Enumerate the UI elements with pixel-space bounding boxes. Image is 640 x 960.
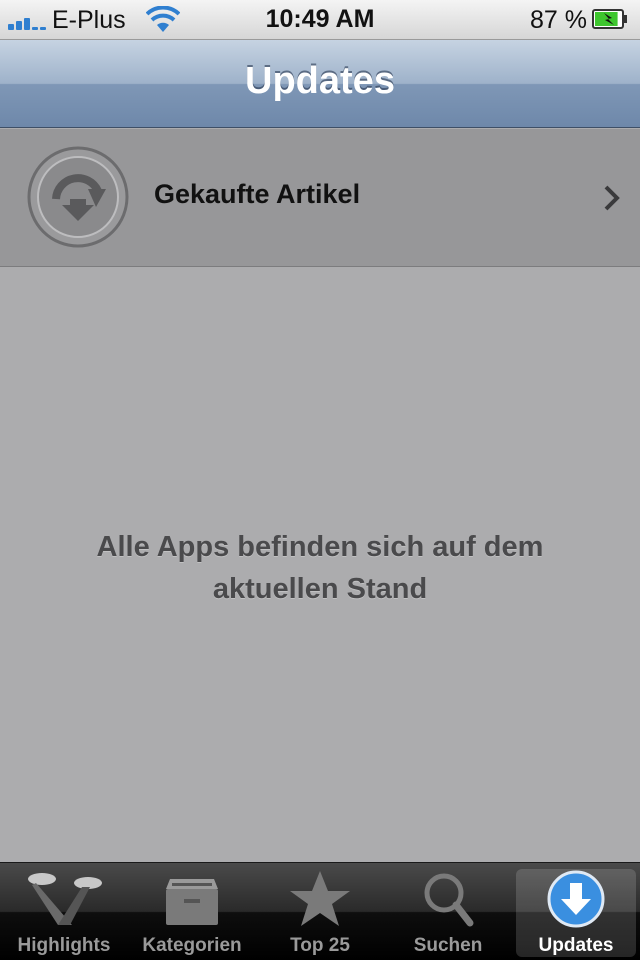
tab-label: Highlights xyxy=(17,935,111,956)
navigation-bar: Updates xyxy=(0,40,640,128)
battery-percent: 87 % xyxy=(530,6,587,34)
download-icon xyxy=(547,870,605,928)
empty-state-message: Alle Apps befinden sich auf dem aktuelle… xyxy=(40,526,600,610)
purchased-items-row[interactable]: Gekaufte Artikel xyxy=(0,129,640,267)
tab-label: Kategorien xyxy=(142,935,242,956)
tab-suchen[interactable]: Suchen xyxy=(384,863,512,960)
battery-charging-icon xyxy=(592,9,627,29)
purchased-items-label: Gekaufte Artikel xyxy=(154,179,361,209)
purchased-download-icon xyxy=(27,146,129,248)
tab-kategorien[interactable]: Kategorien xyxy=(128,863,256,960)
tab-label: Updates xyxy=(538,935,614,956)
page-title: Updates xyxy=(245,60,395,102)
empty-state-line-1: Alle Apps befinden sich auf dem xyxy=(96,531,544,563)
chevron-right-icon xyxy=(604,185,620,211)
star-icon xyxy=(290,871,350,926)
tab-label: Suchen xyxy=(413,935,483,956)
tab-top-25[interactable]: Top 25 xyxy=(256,863,384,960)
tab-bar: Highlights Kategorien Top 25 Suchen Upda… xyxy=(0,862,640,960)
tab-label: Top 25 xyxy=(290,935,350,956)
search-icon xyxy=(424,873,474,927)
empty-state-line-2: aktuellen Stand xyxy=(212,573,428,605)
box-icon xyxy=(166,879,218,925)
tab-highlights[interactable]: Highlights xyxy=(0,863,128,960)
status-bar: E-Plus 10:49 AM 87 % xyxy=(0,0,640,40)
spotlight-icon xyxy=(28,873,102,925)
tab-updates[interactable]: Updates xyxy=(512,863,640,960)
